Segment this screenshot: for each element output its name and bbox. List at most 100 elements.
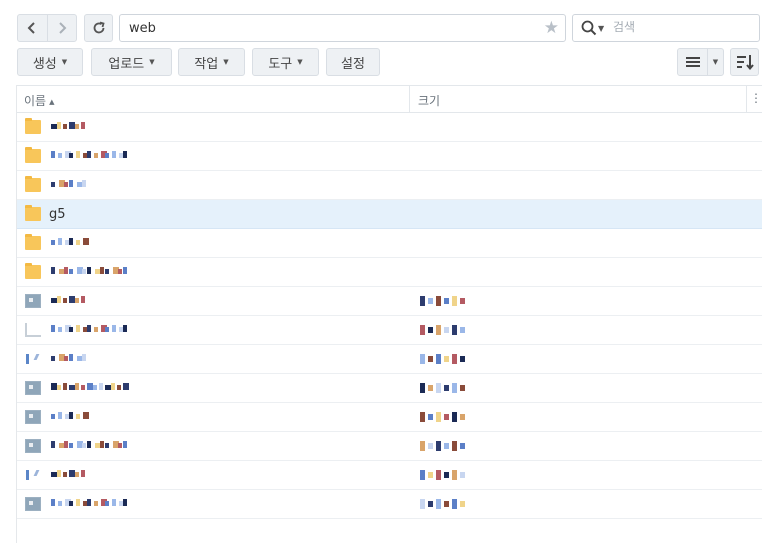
image-file-icon: [25, 352, 41, 366]
view-mode-button[interactable]: ▼: [677, 48, 724, 76]
size-column-label: 크기: [418, 94, 441, 108]
pixel-block: [51, 356, 55, 361]
pixel-block: [63, 472, 67, 477]
search-input[interactable]: [613, 20, 753, 34]
file-row[interactable]: [17, 345, 762, 374]
pixel-block: [428, 298, 433, 304]
pixel-block: [436, 441, 441, 451]
file-row[interactable]: [17, 403, 762, 432]
pixel-block: [420, 296, 425, 306]
chevron-down-icon: ▼: [297, 58, 303, 66]
back-button[interactable]: [18, 15, 47, 41]
search-box: ▼: [572, 14, 760, 42]
pixel-block: [69, 501, 73, 506]
tools-label: 도구: [268, 56, 293, 72]
pixel-block: [112, 499, 116, 506]
file-row[interactable]: [17, 287, 762, 316]
pixel-block: [76, 240, 80, 245]
pixel-block: [123, 441, 127, 448]
create-menu-button[interactable]: 생성 ▼: [17, 48, 83, 76]
pixel-block: [83, 238, 89, 245]
pixel-block: [105, 269, 109, 274]
file-row[interactable]: [17, 316, 762, 345]
pixel-block: [420, 441, 425, 451]
chevron-down-icon[interactable]: ▼: [708, 49, 723, 75]
file-row[interactable]: [17, 490, 762, 519]
pixel-block: [51, 240, 55, 245]
pixel-block: [460, 414, 465, 420]
folder-icon: [25, 234, 41, 250]
folder-icon: [25, 118, 41, 134]
pixel-block: [64, 182, 68, 187]
pixel-block: [75, 298, 79, 303]
pixel-block: [452, 383, 457, 393]
search-options-button[interactable]: ▼: [581, 20, 604, 36]
name-column-header[interactable]: 이름 ▲: [24, 92, 54, 109]
folder-row[interactable]: [17, 113, 762, 142]
pixel-block: [63, 298, 67, 303]
pixel-block: [428, 356, 433, 362]
pixel-block: [444, 298, 449, 304]
pixel-block: [460, 298, 465, 304]
pixel-block: [460, 356, 465, 362]
folder-row[interactable]: [17, 171, 762, 200]
pixel-block: [436, 354, 441, 364]
folder-row[interactable]: [17, 229, 762, 258]
pixel-block: [69, 354, 73, 361]
pixel-block: [87, 267, 91, 274]
upload-menu-button[interactable]: 업로드 ▼: [91, 48, 172, 76]
pixel-block: [111, 383, 115, 390]
pixel-block: [420, 354, 425, 364]
action-toolbar: 생성 ▼ 업로드 ▼ 작업 ▼ 도구 ▼ 설정 ▼: [0, 48, 777, 78]
folder-row[interactable]: [17, 142, 762, 171]
forward-button[interactable]: [46, 15, 76, 41]
file-row[interactable]: [17, 374, 762, 403]
pixel-block: [123, 383, 129, 390]
pixel-block: [81, 122, 85, 129]
name-column-label: 이름: [24, 94, 47, 108]
pixel-block: [452, 499, 457, 509]
pixel-block: [58, 153, 62, 158]
pixel-block: [81, 385, 85, 390]
pixel-block: [452, 470, 457, 480]
pixel-block: [82, 443, 86, 448]
refresh-button[interactable]: [84, 14, 113, 42]
column-menu-button[interactable]: ⋮: [750, 91, 762, 105]
tools-menu-button[interactable]: 도구 ▼: [252, 48, 319, 76]
pixel-block: [420, 412, 425, 422]
pixel-block: [436, 383, 441, 393]
pixel-block: [58, 327, 62, 332]
column-divider[interactable]: [746, 86, 747, 113]
star-icon[interactable]: ★: [544, 18, 559, 38]
sort-button[interactable]: [730, 48, 759, 76]
file-icon: [25, 294, 41, 308]
pixel-block: [51, 151, 55, 158]
pixel-block: [69, 443, 73, 448]
path-bar[interactable]: web ★: [119, 14, 566, 42]
folder-row[interactable]: g5: [17, 200, 762, 229]
pixel-block: [94, 501, 98, 506]
action-menu-button[interactable]: 작업 ▼: [178, 48, 245, 76]
file-row[interactable]: [17, 461, 762, 490]
pixel-block: [444, 501, 449, 507]
pixel-block: [75, 383, 79, 390]
column-divider[interactable]: [409, 86, 410, 113]
pixel-block: [420, 383, 425, 393]
pixel-block: [63, 383, 67, 390]
pixel-block: [428, 472, 433, 478]
pixel-block: [87, 325, 91, 332]
file-row[interactable]: [17, 432, 762, 461]
pixel-block: [81, 296, 85, 303]
sort-icon: [736, 55, 754, 70]
pixel-block: [75, 472, 79, 477]
pixel-block: [81, 470, 85, 477]
size-column-header[interactable]: 크기: [418, 92, 440, 109]
pixel-block: [69, 238, 73, 245]
search-icon: [581, 20, 597, 36]
pixel-block: [105, 327, 109, 332]
settings-button[interactable]: 설정: [326, 48, 380, 76]
folder-row[interactable]: [17, 258, 762, 287]
pixel-block: [51, 441, 55, 448]
chevron-down-icon: ▼: [223, 58, 229, 66]
list-view-button[interactable]: [678, 49, 708, 75]
